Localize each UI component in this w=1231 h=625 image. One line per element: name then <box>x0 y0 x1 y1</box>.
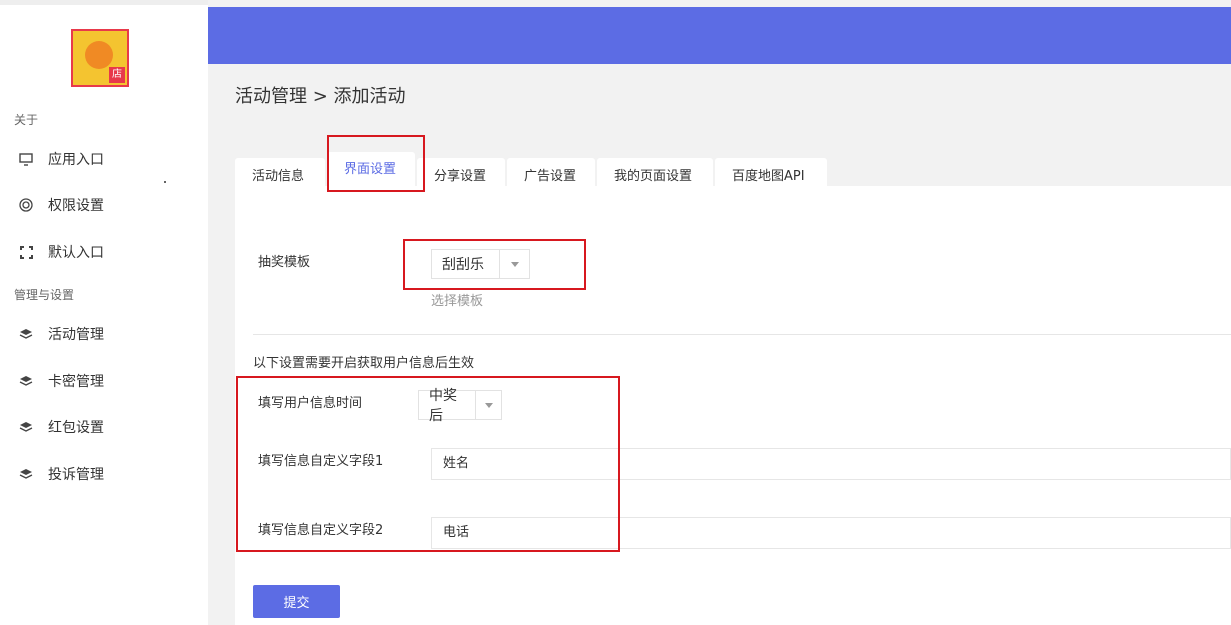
sidebar-item-label: 默认入口 <box>48 245 104 261</box>
sidebar-item-label: 卡密管理 <box>48 374 104 390</box>
tab-baidu-map-api[interactable]: 百度地图API <box>715 158 827 186</box>
section-label-about: 关于 <box>14 113 39 127</box>
sidebar-item-app-entry[interactable]: 应用入口 <box>18 149 104 169</box>
sidebar-item-label: 红包设置 <box>48 420 104 436</box>
chevron-down-icon <box>475 391 501 419</box>
monitor-icon <box>18 151 34 167</box>
tab-ad-settings[interactable]: 广告设置 <box>507 158 595 186</box>
chevron-down-icon <box>499 250 529 278</box>
layers-icon <box>18 373 34 389</box>
tab-ui-settings[interactable]: 界面设置 <box>327 152 415 186</box>
layers-icon <box>18 419 34 435</box>
sidebar-item-complaints[interactable]: 投诉管理 <box>18 464 104 484</box>
fill-time-label: 填写用户信息时间 <box>258 396 363 411</box>
fill-time-select[interactable]: 中奖后 <box>418 388 502 424</box>
template-select-value: 刮刮乐 <box>442 257 484 273</box>
main-content: 活动管理 > 添加活动 活动信息 界面设置 分享设置 广告设置 我的页面设置 百… <box>208 0 1231 625</box>
sidebar-item-label: 投诉管理 <box>48 467 104 483</box>
app-logo: 店 <box>71 29 129 87</box>
user-info-notice: 以下设置需要开启获取用户信息后生效 <box>253 356 475 371</box>
custom-field1-label: 填写信息自定义字段1 <box>258 454 384 469</box>
layers-icon <box>18 326 34 342</box>
sidebar-item-permissions[interactable]: 权限设置 <box>18 195 104 215</box>
sidebar-item-label: 活动管理 <box>48 327 104 343</box>
target-icon <box>18 197 34 213</box>
sidebar-item-label: 应用入口 <box>48 152 104 168</box>
layers-icon <box>18 466 34 482</box>
section-label-manage: 管理与设置 <box>14 288 75 302</box>
tab-my-page-settings[interactable]: 我的页面设置 <box>597 158 713 186</box>
sidebar-item-default-entry[interactable]: 默认入口 <box>18 242 104 262</box>
sidebar-item-red-packet-settings[interactable]: 红包设置 <box>18 417 104 437</box>
tab-bar: 活动信息 界面设置 分享设置 广告设置 我的页面设置 百度地图API <box>235 152 829 186</box>
custom-field1-input[interactable]: 姓名 <box>431 448 1231 480</box>
breadcrumb: 活动管理 > 添加活动 <box>235 86 406 107</box>
form-panel: 抽奖模板 刮刮乐 选择模板 以下设置需要开启获取用户信息后生效 填写用户信息时间… <box>235 186 1231 625</box>
sidebar: 店 关于 应用入口 权限设置 默认入口 管理与设置 活动管理 卡密管理 红包设置… <box>0 0 208 625</box>
template-select[interactable]: 刮刮乐 <box>431 249 530 279</box>
sidebar-item-card-management[interactable]: 卡密管理 <box>18 371 104 391</box>
sidebar-item-activity-management[interactable]: 活动管理 <box>18 324 104 344</box>
template-label: 抽奖模板 <box>258 255 311 270</box>
sidebar-item-label: 权限设置 <box>48 198 104 214</box>
decorative-dot <box>164 181 166 183</box>
divider <box>253 334 1231 335</box>
custom-field2-label: 填写信息自定义字段2 <box>258 523 384 538</box>
template-hint: 选择模板 <box>431 294 484 309</box>
submit-button[interactable]: 提交 <box>253 585 340 618</box>
logo-badge: 店 <box>109 67 125 83</box>
expand-icon <box>18 244 34 260</box>
fill-time-select-value: 中奖后 <box>429 388 457 424</box>
tab-share-settings[interactable]: 分享设置 <box>417 158 505 186</box>
top-header-bar <box>208 7 1231 64</box>
custom-field2-input[interactable]: 电话 <box>431 517 1231 549</box>
tab-activity-info[interactable]: 活动信息 <box>235 158 325 186</box>
logo-emblem-icon <box>85 41 113 69</box>
